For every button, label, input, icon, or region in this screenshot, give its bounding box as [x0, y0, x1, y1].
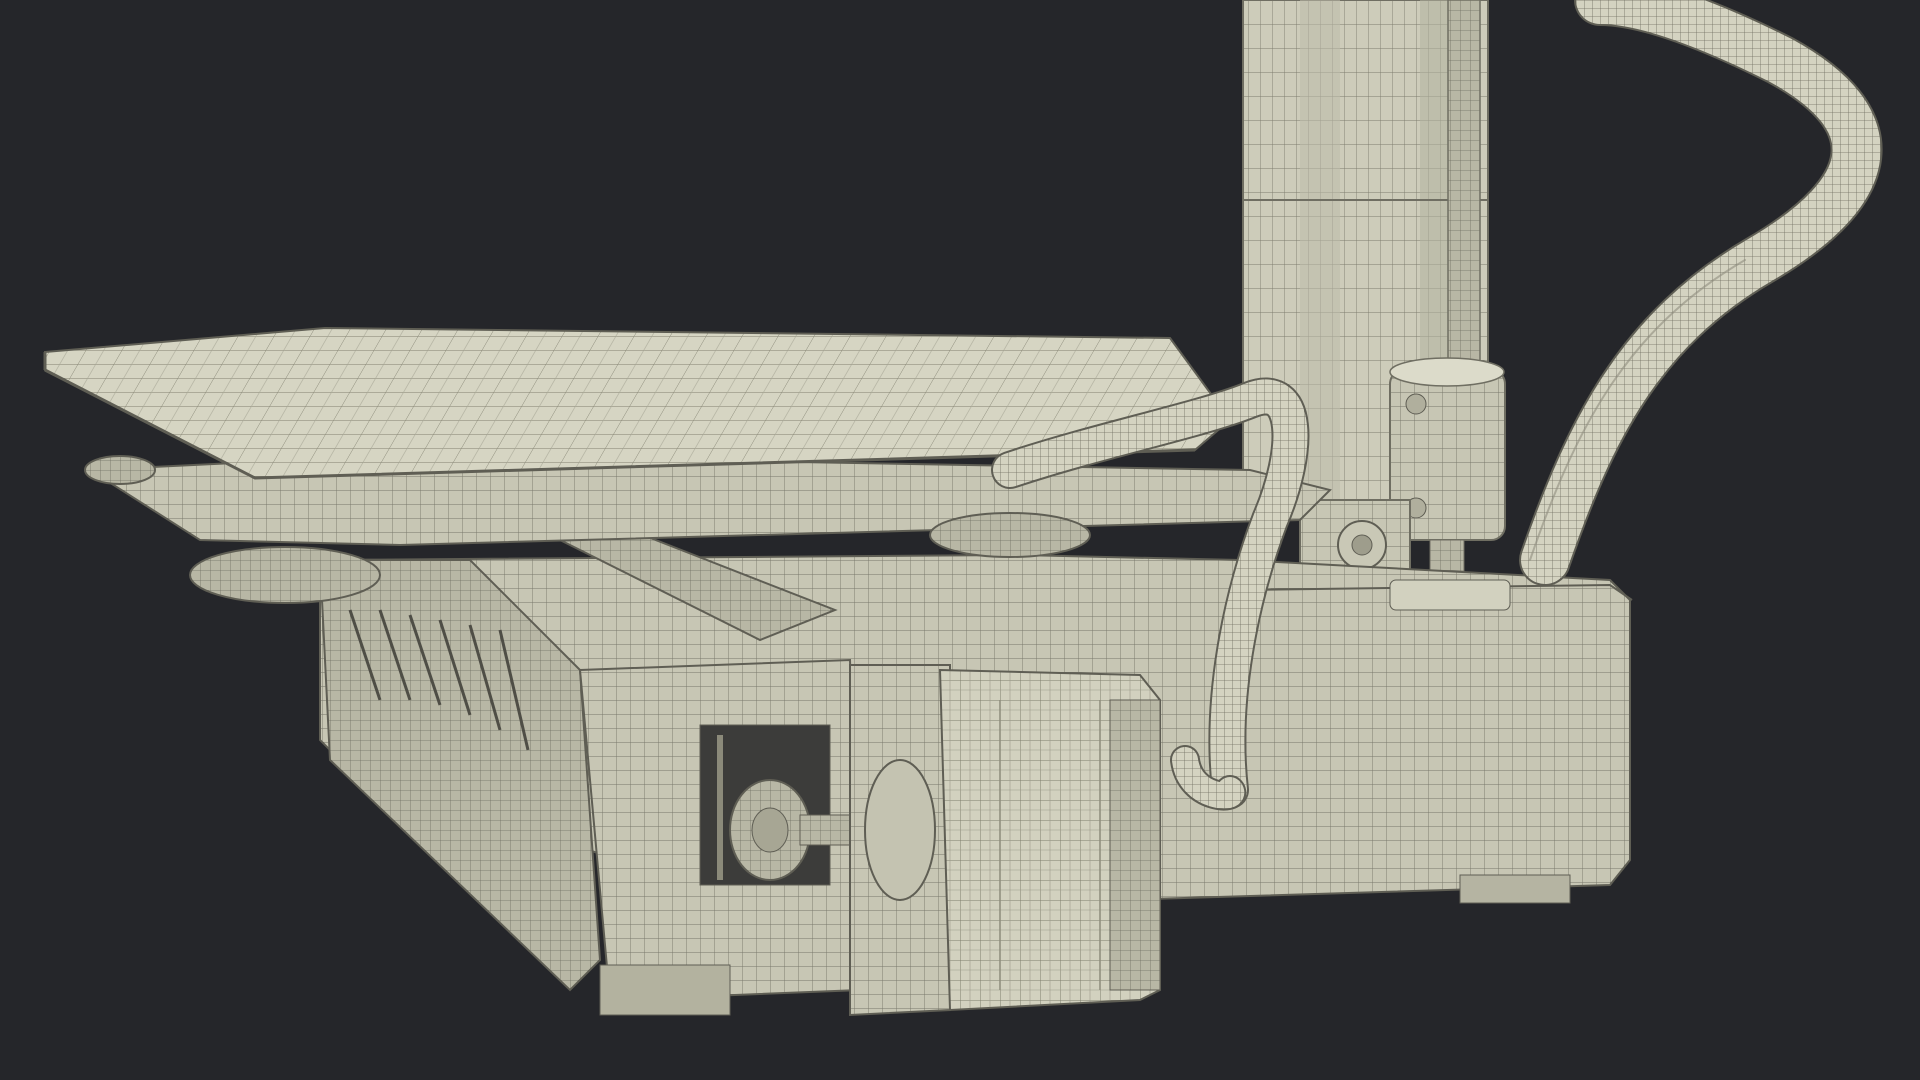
lead-screw [1447, 0, 1481, 381]
leveling-knob-front-left [189, 546, 381, 604]
leveling-knob-back-right [929, 512, 1091, 558]
stepper-motor [849, 664, 1161, 1017]
printer-scene [43, 0, 1883, 1017]
render-viewport [0, 0, 1920, 1080]
hotend-cable [1519, 0, 1883, 586]
leveling-knob-back-left [84, 455, 156, 485]
